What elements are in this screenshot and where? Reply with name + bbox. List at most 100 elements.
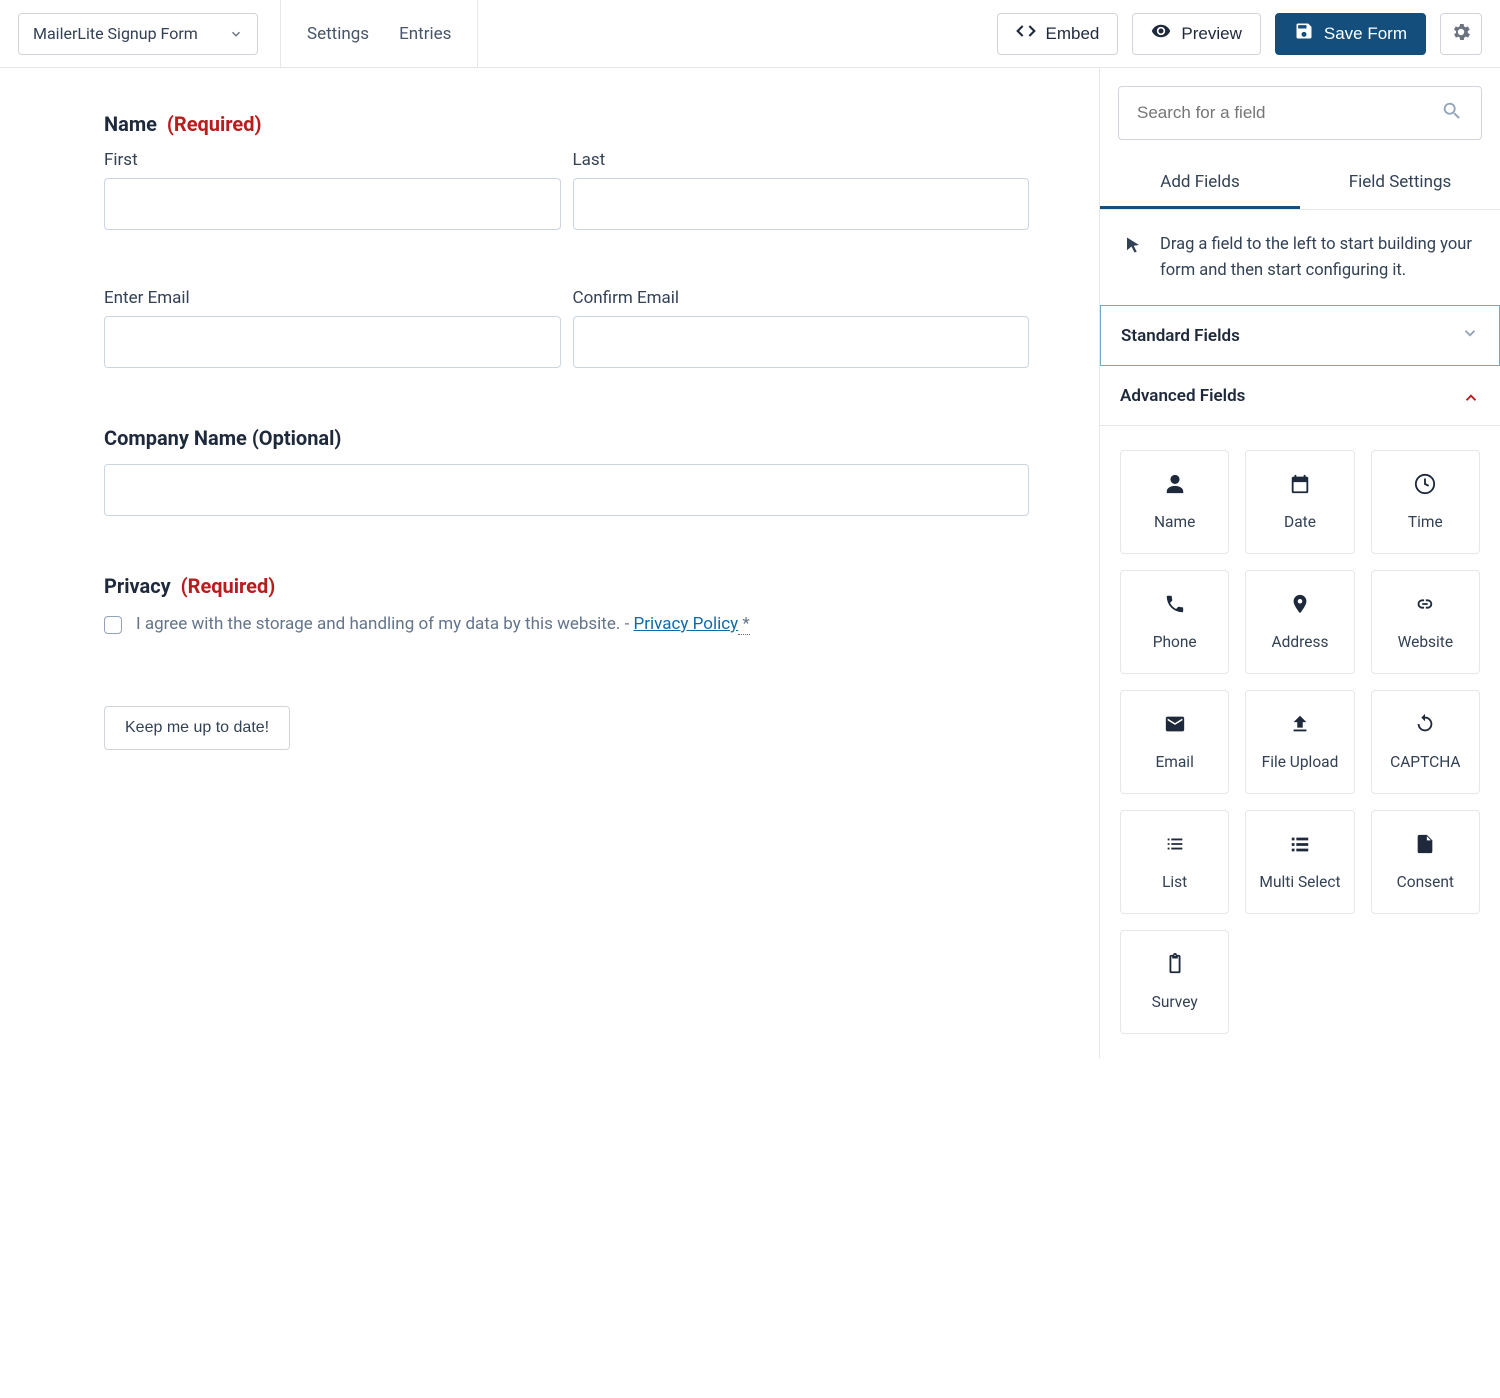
pin-icon — [1289, 593, 1311, 619]
topbar: MailerLite Signup Form Settings Entries … — [0, 0, 1500, 68]
name-label: Name — [104, 112, 157, 136]
nav-settings[interactable]: Settings — [303, 24, 373, 44]
list-icon — [1164, 833, 1186, 859]
right-sidebar: Add Fields Field Settings Drag a field t… — [1100, 68, 1500, 1058]
field-search[interactable] — [1118, 86, 1482, 140]
divider — [477, 0, 478, 68]
preview-button[interactable]: Preview — [1132, 13, 1260, 55]
field-privacy: Privacy (Required) I agree with the stor… — [104, 574, 1029, 638]
last-name-input[interactable] — [573, 178, 1030, 230]
settings-gear-button[interactable] — [1440, 13, 1482, 55]
last-name-label: Last — [573, 150, 1030, 170]
search-icon — [1441, 100, 1463, 126]
field-card-date[interactable]: Date — [1245, 450, 1354, 554]
standard-fields-label: Standard Fields — [1121, 326, 1240, 346]
privacy-text-part: I agree with the storage and handling of… — [136, 614, 634, 634]
refresh-icon — [1414, 713, 1436, 739]
required-tag: (Required) — [181, 574, 276, 598]
mail-icon — [1164, 713, 1186, 739]
divider — [280, 0, 281, 68]
field-card-phone[interactable]: Phone — [1120, 570, 1229, 674]
drag-hint: Drag a field to the left to start buildi… — [1100, 210, 1500, 305]
field-card-label: Date — [1284, 513, 1316, 531]
field-card-label: List — [1162, 873, 1187, 891]
field-card-email[interactable]: Email — [1120, 690, 1229, 794]
chevron-down-icon — [1461, 324, 1479, 347]
company-label: Company Name (Optional) — [104, 426, 1029, 450]
privacy-consent-text: I agree with the storage and handling of… — [136, 612, 750, 638]
field-name: Name (Required) First Last — [104, 112, 1029, 230]
multiselect-icon — [1289, 833, 1311, 859]
field-card-list[interactable]: List — [1120, 810, 1229, 914]
confirm-email-input[interactable] — [573, 316, 1030, 368]
clipboard-icon — [1164, 953, 1186, 979]
save-form-button[interactable]: Save Form — [1275, 13, 1426, 55]
field-company: Company Name (Optional) — [104, 426, 1029, 516]
field-card-website[interactable]: Website — [1371, 570, 1480, 674]
field-card-survey[interactable]: Survey — [1120, 930, 1229, 1034]
save-icon — [1294, 21, 1314, 46]
company-input[interactable] — [104, 464, 1029, 516]
cursor-icon — [1124, 232, 1142, 263]
link-icon — [1414, 593, 1436, 619]
section-standard-fields[interactable]: Standard Fields — [1100, 305, 1500, 366]
field-card-file-upload[interactable]: File Upload — [1245, 690, 1354, 794]
field-email: Enter Email Confirm Email — [104, 288, 1029, 368]
privacy-title: Privacy (Required) — [104, 574, 1029, 598]
chevron-up-icon — [1462, 384, 1480, 407]
phone-icon — [1164, 593, 1186, 619]
field-card-label: Phone — [1153, 633, 1197, 651]
field-card-label: File Upload — [1262, 753, 1339, 771]
field-card-multi-select[interactable]: Multi Select — [1245, 810, 1354, 914]
privacy-checkbox[interactable] — [104, 616, 122, 634]
form-selector-dropdown[interactable]: MailerLite Signup Form — [18, 13, 258, 55]
field-search-input[interactable] — [1137, 103, 1441, 123]
form-canvas: Name (Required) First Last Enter Email — [0, 68, 1100, 1058]
first-name-input[interactable] — [104, 178, 561, 230]
field-card-label: Website — [1398, 633, 1454, 651]
advanced-fields-label: Advanced Fields — [1120, 386, 1245, 406]
field-card-address[interactable]: Address — [1245, 570, 1354, 674]
field-card-label: Name — [1154, 513, 1195, 531]
field-card-label: Email — [1155, 753, 1193, 771]
chevron-down-icon — [229, 27, 243, 41]
embed-button[interactable]: Embed — [997, 13, 1119, 55]
nav-entries[interactable]: Entries — [395, 24, 455, 44]
eye-icon — [1151, 21, 1171, 46]
file-icon — [1414, 833, 1436, 859]
first-name-label: First — [104, 150, 561, 170]
required-tag: (Required) — [167, 112, 262, 136]
upload-icon — [1289, 713, 1311, 739]
gear-icon — [1450, 21, 1472, 47]
person-icon — [1164, 473, 1186, 499]
submit-button[interactable]: Keep me up to date! — [104, 706, 290, 750]
field-card-consent[interactable]: Consent — [1371, 810, 1480, 914]
field-card-label: CAPTCHA — [1390, 753, 1460, 771]
topbar-actions: Embed Preview Save Form — [997, 13, 1482, 55]
calendar-icon — [1289, 473, 1311, 499]
main: Name (Required) First Last Enter Email — [0, 68, 1500, 1058]
confirm-email-label: Confirm Email — [573, 288, 1030, 308]
advanced-fields-grid: Name Date Time Phone Address Website Email File… — [1100, 426, 1500, 1058]
sidebar-tabs: Add Fields Field Settings — [1100, 158, 1500, 210]
preview-label: Preview — [1181, 24, 1241, 44]
field-card-time[interactable]: Time — [1371, 450, 1480, 554]
field-card-captcha[interactable]: CAPTCHA — [1371, 690, 1480, 794]
tab-add-fields[interactable]: Add Fields — [1100, 158, 1300, 209]
required-asterisk: * — [738, 614, 750, 635]
privacy-label: Privacy — [104, 574, 171, 598]
field-card-label: Consent — [1397, 873, 1454, 891]
field-card-label: Multi Select — [1259, 873, 1340, 891]
enter-email-input[interactable] — [104, 316, 561, 368]
tab-field-settings[interactable]: Field Settings — [1300, 158, 1500, 209]
save-label: Save Form — [1324, 24, 1407, 44]
field-name-title: Name (Required) — [104, 112, 1029, 136]
section-advanced-fields[interactable]: Advanced Fields — [1100, 366, 1500, 426]
field-card-name[interactable]: Name — [1120, 450, 1229, 554]
privacy-policy-link[interactable]: Privacy Policy — [634, 614, 739, 634]
form-selector-label: MailerLite Signup Form — [33, 24, 198, 43]
embed-label: Embed — [1046, 24, 1100, 44]
hint-text: Drag a field to the left to start buildi… — [1160, 232, 1476, 283]
enter-email-label: Enter Email — [104, 288, 561, 308]
code-icon — [1016, 21, 1036, 46]
